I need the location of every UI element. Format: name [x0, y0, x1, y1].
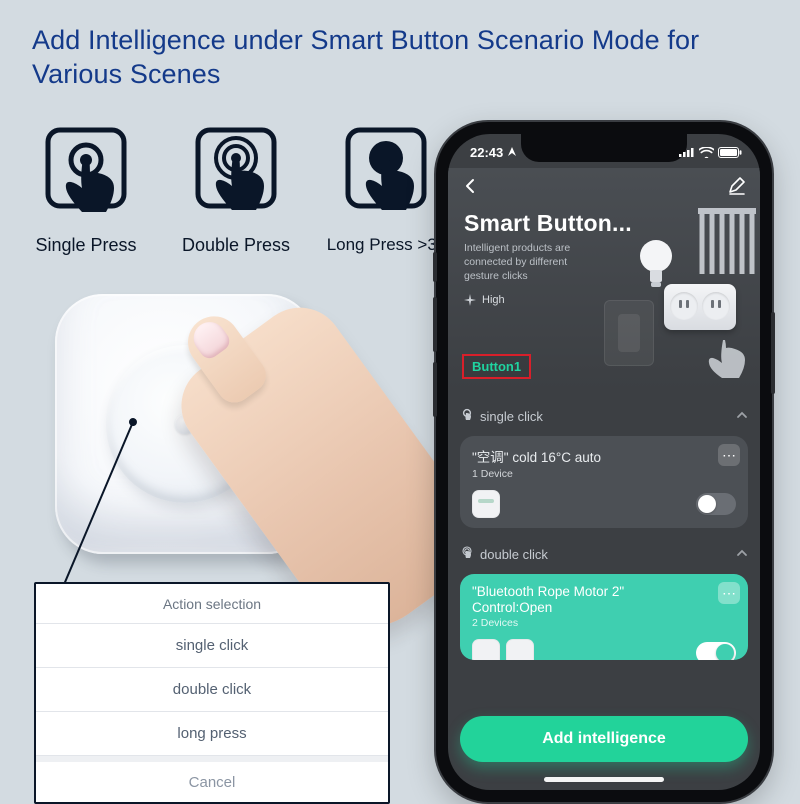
chevron-up-icon — [736, 409, 748, 424]
phone-mockup: 22:43 Smart Button... Intelligent produc… — [436, 122, 772, 802]
scene-toggle-off[interactable] — [696, 493, 736, 515]
tap-long-icon — [338, 124, 434, 225]
card-single-devices: 1 Device — [472, 468, 736, 480]
press-single-label: Single Press — [26, 235, 146, 256]
press-long-label: Long Press >3s — [326, 235, 446, 255]
scene-card-single[interactable]: ⋯ "空调" cold 16°C auto 1 Device — [460, 436, 748, 528]
battery-icon — [718, 147, 742, 158]
press-single: Single Press — [26, 124, 146, 256]
status-time: 22:43 — [470, 145, 517, 160]
status-bar: 22:43 — [448, 134, 760, 168]
wifi-icon — [699, 147, 714, 158]
cards-area: single click ⋯ "空调" cold 16°C auto 1 Dev… — [448, 396, 760, 710]
add-intelligence-button[interactable]: Add intelligence — [460, 716, 748, 762]
section-single-label: single click — [480, 409, 543, 424]
popup-option-long[interactable]: long press — [36, 712, 388, 756]
tap-double-icon — [188, 124, 284, 225]
popup-option-single[interactable]: single click — [36, 624, 388, 668]
home-indicator[interactable] — [544, 777, 664, 782]
device-thumb — [472, 639, 500, 660]
press-double-label: Double Press — [176, 235, 296, 256]
action-selection-popup: Action selection single click double cli… — [34, 582, 390, 804]
press-long: Long Press >3s — [326, 124, 446, 256]
section-double-label: double click — [480, 547, 548, 562]
chevron-up-icon — [736, 547, 748, 562]
edit-icon[interactable] — [728, 177, 746, 200]
back-icon[interactable] — [462, 178, 478, 199]
scene-card-double[interactable]: ⋯ "Bluetooth Rope Motor 2" Control:Open … — [460, 574, 748, 660]
card-single-title: "空调" cold 16°C auto — [472, 446, 736, 466]
section-single-click[interactable]: single click — [460, 400, 748, 432]
press-double: Double Press — [176, 124, 296, 256]
device-thumb — [506, 639, 534, 660]
scene-toggle-on[interactable] — [696, 642, 736, 660]
popup-cancel[interactable]: Cancel — [36, 756, 388, 802]
signal-icon — [679, 147, 695, 157]
page-headline: Add Intelligence under Smart Button Scen… — [32, 24, 770, 92]
card-double-title: "Bluetooth Rope Motor 2" — [472, 584, 736, 599]
tap-single-icon — [38, 124, 134, 225]
popup-title: Action selection — [36, 584, 388, 624]
card-more-icon[interactable]: ⋯ — [718, 444, 740, 466]
popup-option-double[interactable]: double click — [36, 668, 388, 712]
device-thumb — [472, 490, 500, 518]
gesture-double-tap-icon — [460, 546, 474, 563]
hero-illustration — [600, 222, 750, 372]
press-type-row: Single Press Double Press Long Press >3s — [26, 124, 446, 256]
tab-button1[interactable]: Button1 — [462, 354, 531, 379]
hero-subtitle: Intelligent products are connected by di… — [464, 241, 604, 284]
section-double-click[interactable]: double click — [460, 538, 748, 570]
card-more-icon[interactable]: ⋯ — [718, 582, 740, 604]
card-double-devices: 2 Devices — [472, 617, 736, 629]
card-double-control: Control:Open — [472, 600, 736, 615]
gesture-tap-icon — [460, 408, 474, 425]
